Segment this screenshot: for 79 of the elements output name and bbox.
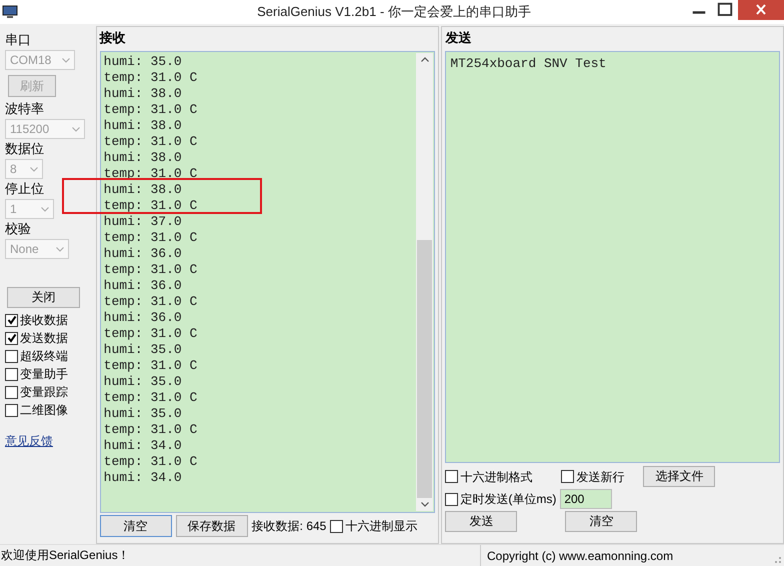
checkbox[interactable]	[561, 470, 574, 483]
output-line: humi: 37.0	[104, 214, 182, 230]
output-line: humi: 38.0	[104, 118, 182, 134]
field-label: 校验	[5, 221, 31, 237]
output-line: humi: 36.0	[104, 246, 182, 262]
checkbox-label[interactable]: 接收数据	[20, 311, 68, 329]
checkbox-label[interactable]: 变量跟踪	[20, 383, 68, 401]
panel-title: 发送	[445, 29, 472, 47]
scroll-down-icon[interactable]	[420, 502, 429, 507]
output-line: humi: 36.0	[104, 278, 182, 294]
status-message: 欢迎使用SerialGenius！	[1, 547, 130, 564]
resize-grip-icon[interactable]	[772, 554, 782, 564]
field-label: 数据位	[5, 141, 44, 157]
checkbox[interactable]	[5, 350, 18, 362]
clear-button[interactable]: 清空	[565, 511, 638, 532]
output-line: temp: 31.0 C	[104, 198, 198, 214]
close-button[interactable]	[738, 0, 784, 20]
output-line: humi: 34.0	[104, 438, 182, 454]
close-port-button[interactable]: 关闭	[7, 287, 80, 308]
receive-text-area[interactable]	[100, 51, 436, 513]
receive-count: 接收数据: 645	[252, 518, 326, 534]
output-line: humi: 36.0	[104, 310, 182, 326]
output-line: temp: 31.0 C	[104, 70, 198, 86]
interval-field[interactable]: 200	[560, 489, 612, 509]
checkbox-label[interactable]: 十六进制显示	[345, 517, 418, 535]
output-line: humi: 34.0	[104, 470, 182, 486]
output-line: temp: 31.0 C	[104, 294, 198, 310]
output-line: temp: 31.0 C	[104, 326, 198, 342]
send-text-area[interactable]: MT254xboard SNV Test	[445, 51, 780, 463]
checkbox[interactable]	[445, 492, 458, 506]
output-line: humi: 38.0	[104, 150, 182, 166]
chevron-down-icon	[41, 206, 49, 212]
feedback-link[interactable]: 意见反馈	[5, 433, 53, 450]
send-button[interactable]: 发送	[445, 511, 518, 532]
output-line: temp: 31.0 C	[104, 102, 198, 118]
checkbox-label[interactable]: 发送新行	[576, 468, 624, 486]
scrollbar[interactable]	[416, 53, 434, 511]
checkbox-label[interactable]: 超级终端	[20, 347, 68, 365]
field-label: 波特率	[5, 101, 44, 117]
output-line: temp: 31.0 C	[104, 134, 198, 150]
output-line: temp: 31.0 C	[104, 230, 198, 246]
computer-icon	[2, 5, 18, 19]
checkbox[interactable]	[5, 404, 18, 416]
checkbox-label[interactable]: 定时发送(单位ms)	[460, 490, 556, 508]
chevron-down-icon	[72, 126, 80, 132]
output-line: temp: 31.0 C	[104, 358, 198, 374]
checkbox[interactable]	[5, 314, 18, 326]
output-line: humi: 35.0	[104, 374, 182, 390]
checkbox-label[interactable]: 二维图像	[20, 401, 68, 419]
field-label: 串口	[5, 32, 31, 48]
panel-title: 接收	[100, 29, 127, 47]
window-title: SerialGenius V1.2b1 - 你一定会爱上的串口助手	[256, 3, 532, 21]
field-label: 停止位	[5, 181, 44, 197]
checkbox[interactable]	[445, 470, 458, 483]
chevron-down-icon	[30, 166, 38, 172]
clear-button[interactable]: 清空	[100, 515, 172, 537]
output-line: temp: 31.0 C	[104, 262, 198, 278]
chevron-down-icon	[62, 58, 70, 62]
checkbox[interactable]	[5, 386, 18, 398]
choose-file-button[interactable]: 选择文件	[643, 466, 716, 487]
output-line: humi: 35.0	[104, 406, 182, 422]
output-line: humi: 35.0	[104, 342, 182, 358]
scroll-up-icon[interactable]	[420, 57, 429, 62]
checkbox-label[interactable]: 变量助手	[20, 365, 68, 383]
output-line: humi: 38.0	[104, 86, 182, 102]
output-line: temp: 31.0 C	[104, 454, 198, 470]
checkbox-label[interactable]: 发送数据	[20, 329, 68, 347]
checkbox[interactable]	[330, 520, 344, 532]
checkbox[interactable]	[5, 368, 18, 380]
output-line: humi: 35.0	[104, 54, 182, 70]
output-line: temp: 31.0 C	[104, 422, 198, 438]
checkbox[interactable]	[5, 332, 18, 344]
output-line: temp: 31.0 C	[104, 166, 198, 182]
output-line: humi: 38.0	[104, 182, 182, 198]
checkbox-label[interactable]: 十六进制格式	[460, 468, 532, 486]
chevron-down-icon	[56, 246, 64, 252]
save-button[interactable]: 保存数据	[176, 515, 248, 537]
output-line: temp: 31.0 C	[104, 390, 198, 406]
copyright-text: Copyright (c) www.eamonning.com	[480, 545, 674, 566]
